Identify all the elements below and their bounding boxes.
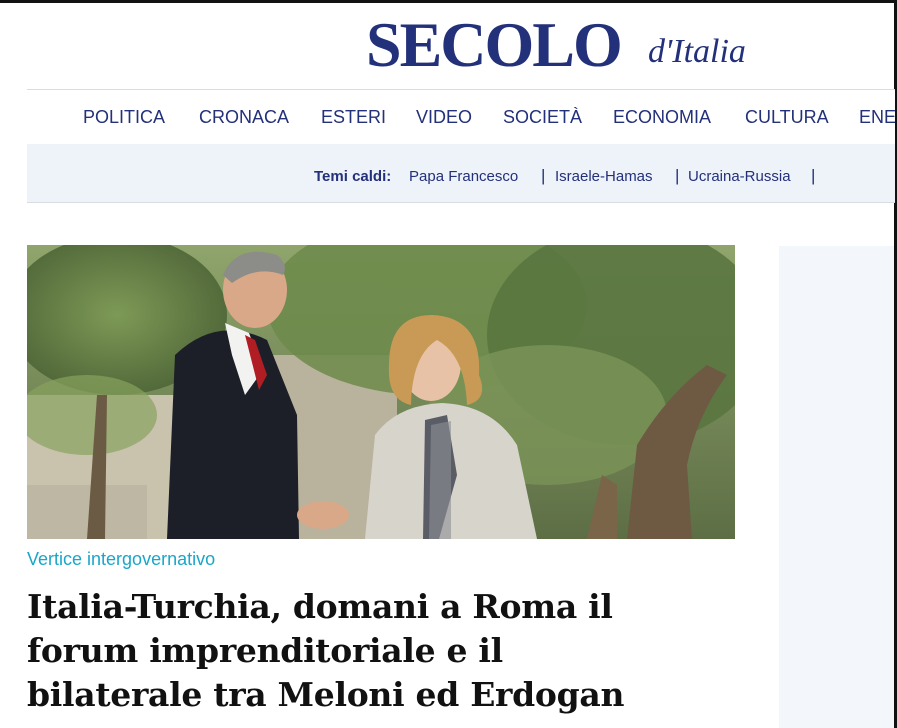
nav-item-energia[interactable]: ENE xyxy=(859,107,895,127)
sidebar-panel xyxy=(779,246,894,728)
nav-item-societa[interactable]: SOCIETÀ xyxy=(503,107,582,127)
hot-topic-ucraina-russia[interactable]: Ucraina-Russia xyxy=(688,168,791,185)
hot-topic-separator: | xyxy=(675,166,680,185)
article-hero-image[interactable] xyxy=(27,245,735,539)
hot-topics-bar: Temi caldi: Papa Francesco | Israele-Ham… xyxy=(27,144,895,203)
site-logo[interactable]: SECOLO d'Italia xyxy=(366,8,786,80)
headline-line: bilaterale tra Meloni ed Erdogan xyxy=(27,675,625,714)
headline-line: forum imprenditoriale e il xyxy=(27,631,503,670)
logo-main-text: SECOLO xyxy=(366,9,623,80)
article-headline[interactable]: Italia-Turchia, domani a Roma il forum i… xyxy=(27,585,787,717)
nav-item-esteri[interactable]: ESTERI xyxy=(321,107,386,127)
nav-item-video[interactable]: VIDEO xyxy=(416,107,472,127)
nav-item-cultura[interactable]: CULTURA xyxy=(745,107,829,127)
hot-topic-separator: | xyxy=(541,166,546,185)
hot-topic-israele-hamas[interactable]: Israele-Hamas xyxy=(555,168,653,185)
hot-topic-separator: | xyxy=(811,166,816,185)
nav-item-politica[interactable]: POLITICA xyxy=(83,107,165,127)
window-frame-top xyxy=(0,0,897,3)
hero-photo xyxy=(27,245,735,539)
headline-line: Italia-Turchia, domani a Roma il xyxy=(27,587,613,626)
article-category[interactable]: Vertice intergovernativo xyxy=(27,549,215,570)
nav-item-economia[interactable]: ECONOMIA xyxy=(613,107,711,127)
hot-topic-papa-francesco[interactable]: Papa Francesco xyxy=(409,168,518,185)
main-nav: POLITICA CRONACA ESTERI VIDEO SOCIETÀ EC… xyxy=(27,89,895,145)
logo-sub-text: d'Italia xyxy=(648,33,746,70)
nav-item-cronaca[interactable]: CRONACA xyxy=(199,107,289,127)
hot-topics-label: Temi caldi: xyxy=(314,168,392,185)
